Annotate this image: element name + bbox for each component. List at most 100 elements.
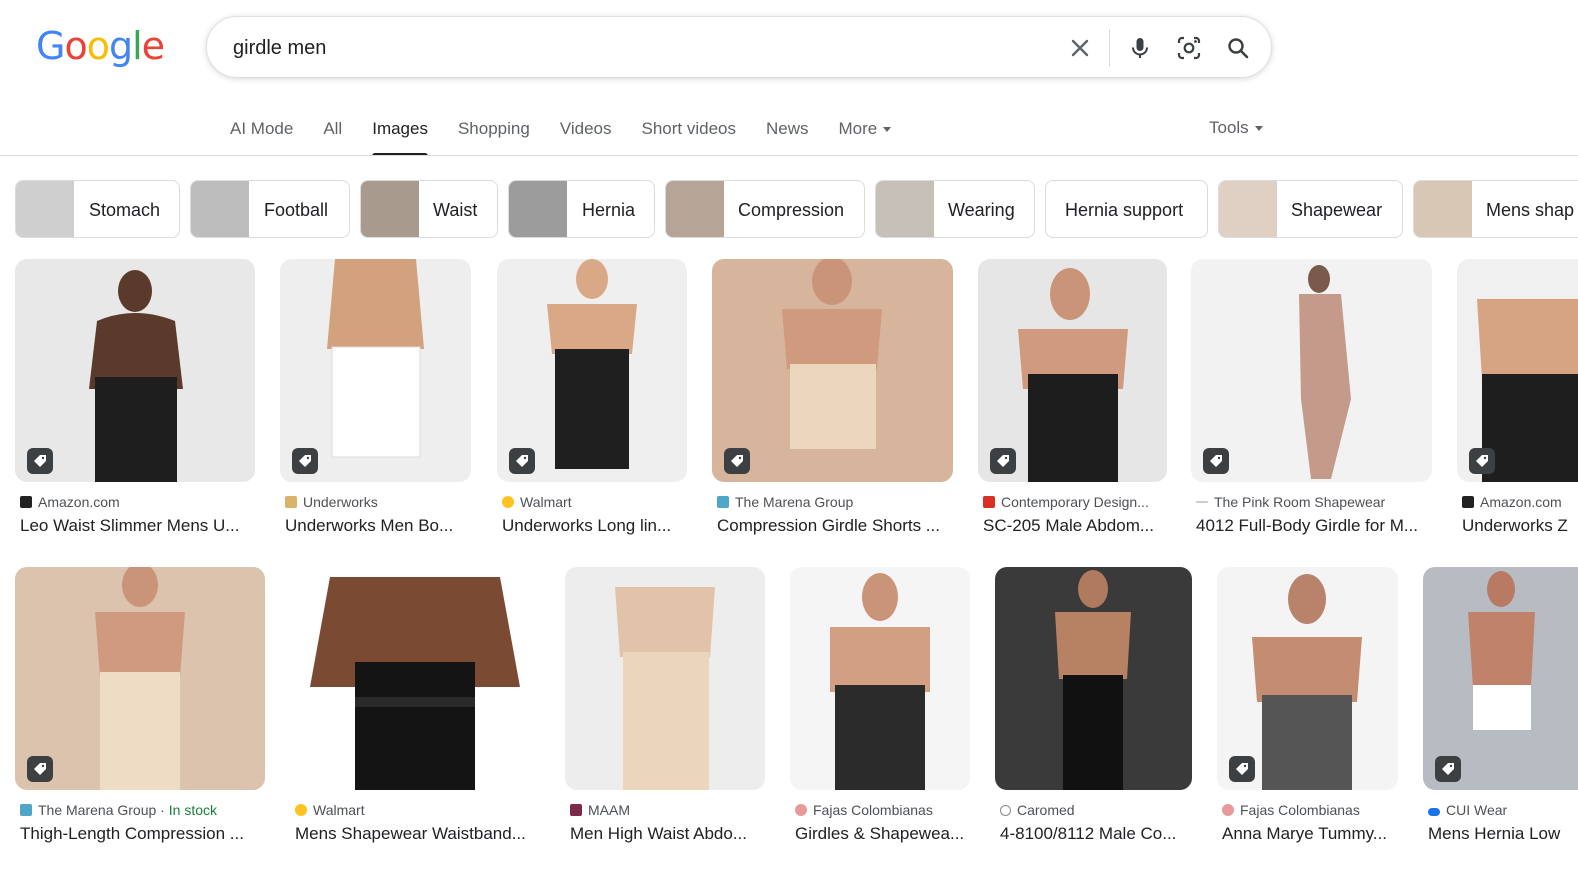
chip-football[interactable]: Football xyxy=(190,180,350,238)
result-thumbnail[interactable] xyxy=(565,567,765,790)
result-title[interactable]: Underworks Long lin... xyxy=(502,516,687,536)
chip-hernia-support[interactable]: Hernia support xyxy=(1045,180,1208,238)
tools-button[interactable]: Tools xyxy=(1209,118,1263,138)
search-box[interactable] xyxy=(206,16,1272,78)
tab-videos[interactable]: Videos xyxy=(560,118,612,156)
source-name: Walmart xyxy=(520,494,572,510)
chevron-down-icon xyxy=(1254,126,1263,132)
result-source[interactable]: The Marena Group xyxy=(717,494,853,510)
search-tabs: AI Mode All Images Shopping Videos Short… xyxy=(230,118,921,156)
chip-label: Waist xyxy=(433,200,478,220)
result-source[interactable]: Contemporary Design... xyxy=(983,494,1149,510)
source-name: The Marena Group xyxy=(38,802,157,818)
result-title[interactable]: SC-205 Male Abdom... xyxy=(983,516,1167,536)
result-title[interactable]: Compression Girdle Shorts ... xyxy=(717,516,953,536)
chip-thumbnail xyxy=(191,181,249,237)
result-title[interactable]: 4012 Full-Body Girdle for M... xyxy=(1196,516,1432,536)
result-source[interactable]: MAAM xyxy=(570,802,630,818)
tab-more[interactable]: More xyxy=(839,118,892,156)
source-name: MAAM xyxy=(588,802,630,818)
chip-label: Mens shap xyxy=(1486,200,1575,220)
result-title[interactable]: Thigh-Length Compression ... xyxy=(20,824,265,844)
tag-icon xyxy=(27,756,53,782)
chip-shapewear[interactable]: Shapewear xyxy=(1218,180,1403,238)
result-title[interactable]: Leo Waist Slimmer Mens U... xyxy=(20,516,260,536)
tag-icon xyxy=(27,448,53,474)
result-thumbnail[interactable] xyxy=(790,567,970,790)
result-title[interactable]: Mens Hernia Low xyxy=(1428,824,1578,844)
chip-waist[interactable]: Waist xyxy=(360,180,498,238)
tag-icon xyxy=(724,448,750,474)
result-thumbnail[interactable] xyxy=(1191,259,1432,482)
result-image xyxy=(565,567,765,790)
source-favicon xyxy=(285,496,297,508)
result-thumbnail[interactable] xyxy=(995,567,1192,790)
tab-ai-mode[interactable]: AI Mode xyxy=(230,118,293,156)
result-source[interactable]: Walmart xyxy=(295,802,365,818)
result-image xyxy=(1191,259,1432,482)
tools-label: Tools xyxy=(1209,118,1249,137)
chip-hernia[interactable]: Hernia xyxy=(508,180,655,238)
result-title[interactable]: Mens Shapewear Waistband... xyxy=(295,824,540,844)
result-source[interactable]: Amazon.com xyxy=(20,494,120,510)
result-image xyxy=(995,567,1192,790)
tab-shopping[interactable]: Shopping xyxy=(458,118,530,156)
chip-wearing[interactable]: Wearing xyxy=(875,180,1035,238)
logo-letter: g xyxy=(108,24,133,68)
result-image xyxy=(790,567,970,790)
result-image xyxy=(290,567,540,790)
result-image xyxy=(15,567,265,790)
tab-images[interactable]: Images xyxy=(372,118,428,156)
result-source[interactable]: The Pink Room Shapewear xyxy=(1196,494,1385,510)
result-title[interactable]: Underworks Men Bo... xyxy=(285,516,471,536)
tab-short-videos[interactable]: Short videos xyxy=(642,118,737,156)
tag-icon xyxy=(990,448,1016,474)
search-icon[interactable] xyxy=(1223,33,1253,63)
tab-news[interactable]: News xyxy=(766,118,809,156)
source-favicon xyxy=(20,804,32,816)
result-source[interactable]: Underworks xyxy=(285,494,378,510)
source-name: Fajas Colombianas xyxy=(813,802,933,818)
result-thumbnail[interactable] xyxy=(15,567,265,790)
chip-thumbnail xyxy=(16,181,74,237)
close-icon[interactable] xyxy=(1065,33,1095,63)
tab-all[interactable]: All xyxy=(323,118,342,156)
search-divider xyxy=(1109,29,1110,67)
source-favicon xyxy=(295,804,307,816)
result-source[interactable]: CUI Wear xyxy=(1428,802,1507,818)
tag-icon xyxy=(1435,756,1461,782)
result-thumbnail[interactable] xyxy=(290,567,540,790)
source-name: Fajas Colombianas xyxy=(1240,802,1360,818)
logo-letter: e xyxy=(141,24,165,68)
result-title[interactable]: Underworks Z xyxy=(1462,516,1578,536)
result-source[interactable]: Caromed xyxy=(1000,802,1075,818)
chevron-down-icon xyxy=(883,127,892,133)
search-input[interactable] xyxy=(231,31,1035,65)
tag-icon xyxy=(509,448,535,474)
result-title[interactable]: Girdles & Shapewea... xyxy=(795,824,970,844)
result-title[interactable]: Anna Marye Tummy... xyxy=(1222,824,1398,844)
logo-letter: o xyxy=(64,24,87,68)
chip-stomach[interactable]: Stomach xyxy=(15,180,180,238)
tab-more-label: More xyxy=(838,119,878,138)
chip-label: Wearing xyxy=(948,200,1015,220)
chip-thumbnail xyxy=(1414,181,1472,237)
result-source[interactable]: Walmart xyxy=(502,494,572,510)
google-logo[interactable]: Google xyxy=(36,24,165,68)
result-source[interactable]: Amazon.com xyxy=(1462,494,1562,510)
chip-compression[interactable]: Compression xyxy=(665,180,865,238)
result-title[interactable]: Men High Waist Abdo... xyxy=(570,824,765,844)
chip-label: Hernia xyxy=(582,200,636,220)
result-title[interactable]: 4-8100/8112 Male Co... xyxy=(1000,824,1192,844)
lens-icon[interactable] xyxy=(1174,33,1204,63)
chip-label: Stomach xyxy=(89,200,161,220)
mic-icon[interactable] xyxy=(1125,33,1155,63)
result-source[interactable]: The Marena Group · In stock xyxy=(20,802,217,818)
result-source[interactable]: Fajas Colombianas xyxy=(1222,802,1360,818)
chip-mens-shapewear[interactable]: Mens shap xyxy=(1413,180,1578,238)
logo-letter: o xyxy=(86,24,110,68)
result-thumbnail[interactable] xyxy=(712,259,953,482)
source-favicon xyxy=(1462,496,1474,508)
result-source[interactable]: Fajas Colombianas xyxy=(795,802,933,818)
source-favicon xyxy=(1196,501,1208,503)
